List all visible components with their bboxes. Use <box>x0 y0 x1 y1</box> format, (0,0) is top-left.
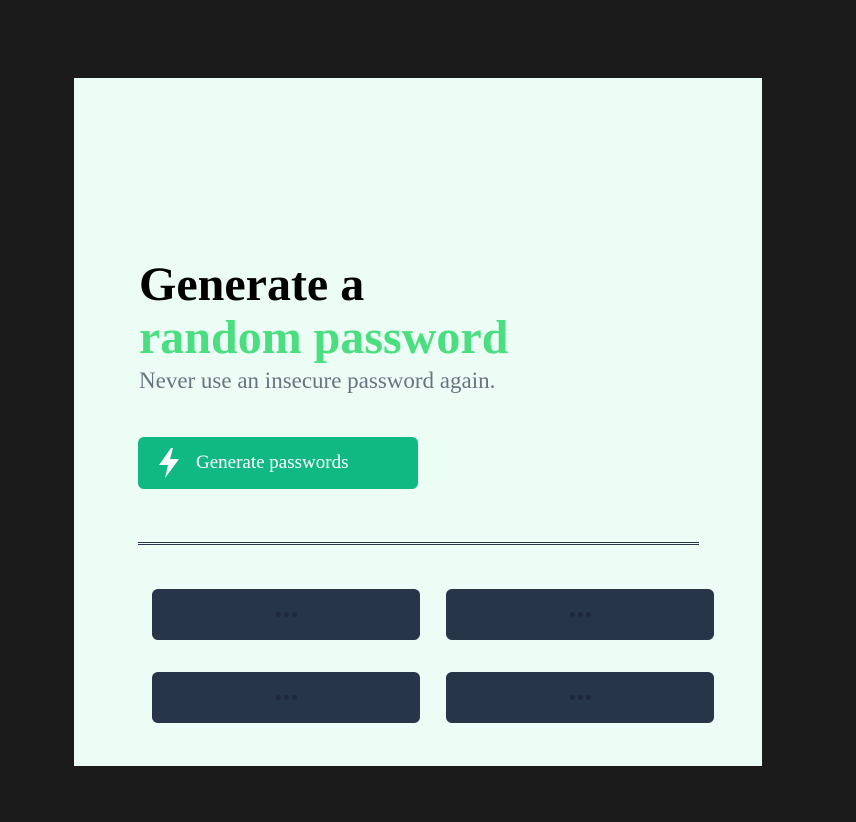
generate-passwords-label: Generate passwords <box>196 452 349 473</box>
password-slot-2[interactable] <box>446 589 714 640</box>
password-generator-card: Generate a random password Never use an … <box>74 78 762 766</box>
lightning-bolt-icon <box>156 447 182 479</box>
ellipsis-icon <box>275 612 297 617</box>
generate-passwords-button[interactable]: Generate passwords <box>138 437 418 489</box>
password-slot-1[interactable] <box>152 589 420 640</box>
page-title: Generate a <box>139 258 365 311</box>
divider <box>138 542 699 545</box>
ellipsis-icon <box>569 695 591 700</box>
page-subtitle: Never use an insecure password again. <box>139 368 496 393</box>
ellipsis-icon <box>569 612 591 617</box>
password-slot-4[interactable] <box>446 672 714 723</box>
ellipsis-icon <box>275 695 297 700</box>
password-slot-3[interactable] <box>152 672 420 723</box>
page-title-accent: random password <box>139 311 509 364</box>
